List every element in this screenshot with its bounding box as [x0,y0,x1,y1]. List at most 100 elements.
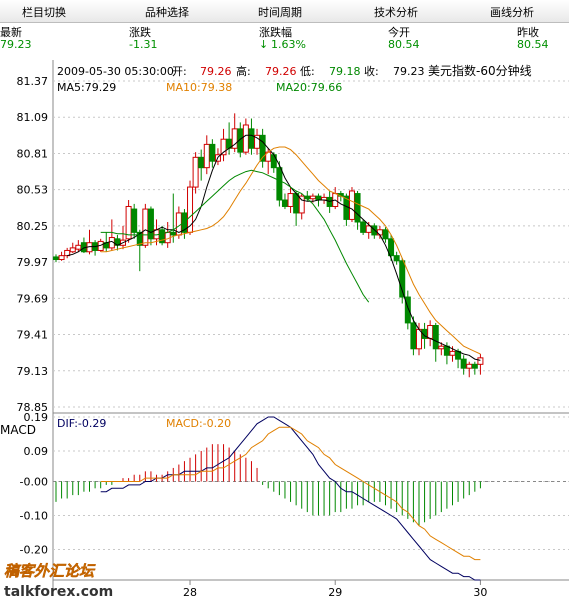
candle-body [471,363,478,369]
candle [69,242,76,254]
candle-body [276,167,283,201]
ma5-label: MA5:79.29 [57,81,116,94]
candle-body [460,358,467,369]
candle [259,128,266,168]
chart-window: 栏目切换 品种选择 时间周期 技术分析 画线分析 最新 79.23 涨跌 -1.… [0,0,569,602]
candle-body [69,247,76,253]
candle [354,190,361,230]
info-low-label: 低: [300,65,315,78]
candle [86,229,93,255]
candle-body [248,128,255,149]
candle [203,135,210,175]
candle [348,187,355,223]
candle [326,190,333,213]
candle-body [477,357,484,365]
candle-body [432,325,439,350]
info-low-value: 79.18 [329,65,361,78]
candle-body [287,193,294,207]
candle-body [415,328,422,350]
candle-body [438,345,445,350]
candle [198,149,205,181]
macd-tick-label: -0.00 [20,476,48,489]
info-open-value: 79.26 [200,65,232,78]
ma20-label: MA20:79.66 [276,81,342,94]
macd-dea-label: MACD:-0.20 [166,417,231,430]
candle [64,247,71,259]
candle [125,200,132,243]
ma10-label: MA10:79.38 [166,81,232,94]
price-chart: 81.37 81.09 80.81 80.53 80.25 79.97 79.69 79.41… [0,60,569,600]
candle-body [466,363,473,369]
candle [159,225,166,246]
candle [192,152,199,194]
candle [220,128,227,162]
candle-body [326,196,333,207]
candle-body [170,231,177,236]
macd-tick-label: -0.10 [20,509,48,522]
watermark-chinese: 稿客外汇论坛 [4,562,96,580]
candle [142,203,149,248]
candle-body [209,143,216,162]
info-datetime: 2009-05-30 05:30:00 [57,65,174,78]
candle [136,229,143,272]
candle [58,251,65,261]
candle [131,203,138,239]
price-tick-label: 79.97 [17,256,49,269]
candle [147,206,154,246]
candle-body [309,195,316,200]
info-close-label: 收: [364,64,379,78]
macd-tick-label: 0.09 [24,445,49,458]
candle-body [198,156,205,169]
candle [108,219,115,251]
info-high-value: 79.26 [265,65,297,78]
candle [231,113,238,153]
macd-section-label: MACD [0,423,36,437]
candle [427,320,434,347]
candle-body [382,229,389,240]
candle-body [147,208,154,240]
candle [175,206,182,239]
candle [80,237,87,254]
watermark-url: talkforex.com [4,584,113,600]
candle-body [354,193,361,223]
macd-tick-label: -0.20 [20,543,48,556]
price-tick-label: 79.13 [17,365,49,378]
candle [471,361,478,375]
candle-body [131,208,138,233]
macd-dif-label: DIF:-0.29 [57,417,106,430]
date-tick-label: 30 [473,586,487,599]
candle-body [315,195,322,201]
candle [460,355,467,375]
candle-body [410,322,417,350]
candle-body [192,156,199,188]
candle [254,128,261,155]
candle-body [53,256,59,261]
date-tick-label: 28 [183,586,197,599]
candle-body [348,190,355,220]
price-tick-label: 79.41 [17,329,49,342]
candle-body [281,199,288,207]
candle [415,322,422,356]
candle [209,139,216,168]
candle [287,187,294,213]
candle-body [393,255,400,262]
price-tick-label: 80.53 [17,184,49,197]
price-tick-label: 81.09 [17,111,49,124]
candle [120,225,127,250]
candle [332,187,339,210]
candle-body [142,208,149,246]
candle-body [293,193,300,214]
candle-body [125,205,132,240]
candle-body [242,124,249,153]
candle [321,193,328,204]
candle-body [376,229,383,236]
candle-body [75,244,82,250]
candle [114,234,121,251]
candle-body [203,143,210,169]
candle [92,240,99,256]
chart-title: 美元指数-60分钟线 [428,63,532,78]
price-tick-label: 79.69 [17,292,49,305]
candle-body [270,154,277,169]
candle-body [360,221,367,233]
candle [53,254,59,263]
